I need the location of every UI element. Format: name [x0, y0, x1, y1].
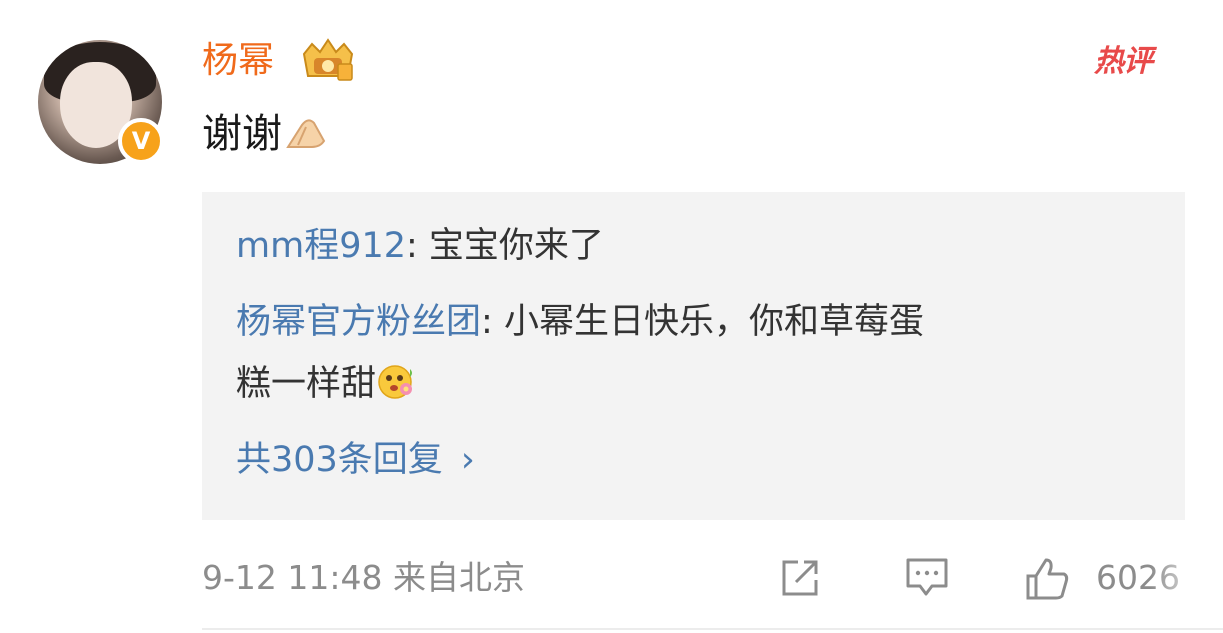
comment-text: 谢谢	[202, 111, 282, 157]
comment-body: 谢谢	[202, 106, 328, 162]
comment-username[interactable]: 杨幂	[202, 36, 274, 86]
flower-face-icon	[378, 365, 413, 399]
comment-icon[interactable]	[904, 556, 950, 600]
reply-item[interactable]: 杨幂官方粉丝团: 小幂生日快乐，你和草莓蛋	[236, 298, 924, 346]
view-all-replies-label: 共303条回复	[236, 440, 443, 480]
reply-preview-box[interactable]: mm程912: 宝宝你来了 杨幂官方粉丝团: 小幂生日快乐，你和草莓蛋 糕一样甜…	[202, 192, 1185, 520]
timestamp-location: 9-12 11:48 来自北京	[202, 558, 525, 597]
reply-text: 糕一样甜	[236, 364, 377, 404]
reply-separator: :	[481, 302, 504, 342]
chevron-right-icon: ›	[460, 440, 475, 480]
reply-text: 小幂生日快乐，你和草莓蛋	[503, 302, 924, 342]
divider	[202, 628, 1223, 630]
reply-item-continuation: 糕一样甜	[236, 360, 416, 408]
reply-author[interactable]: 杨幂官方粉丝团	[236, 302, 481, 342]
reply-item[interactable]: mm程912: 宝宝你来了	[236, 222, 604, 270]
edge-fade	[1150, 540, 1223, 620]
hot-comment-tag: 热评	[1094, 44, 1153, 79]
praying-hands-icon	[286, 119, 326, 148]
share-icon[interactable]	[778, 556, 824, 600]
crown-badge-icon	[302, 38, 354, 81]
reply-separator: :	[406, 226, 429, 266]
reply-text: 宝宝你来了	[428, 226, 604, 266]
comment-footer: 9-12 11:48 来自北京 6026	[202, 552, 1202, 604]
view-all-replies-link[interactable]: 共303条回复 ›	[236, 436, 475, 484]
like-icon[interactable]	[1024, 556, 1070, 600]
reply-author[interactable]: mm程912	[236, 226, 406, 266]
verified-v-icon: V	[118, 118, 164, 164]
